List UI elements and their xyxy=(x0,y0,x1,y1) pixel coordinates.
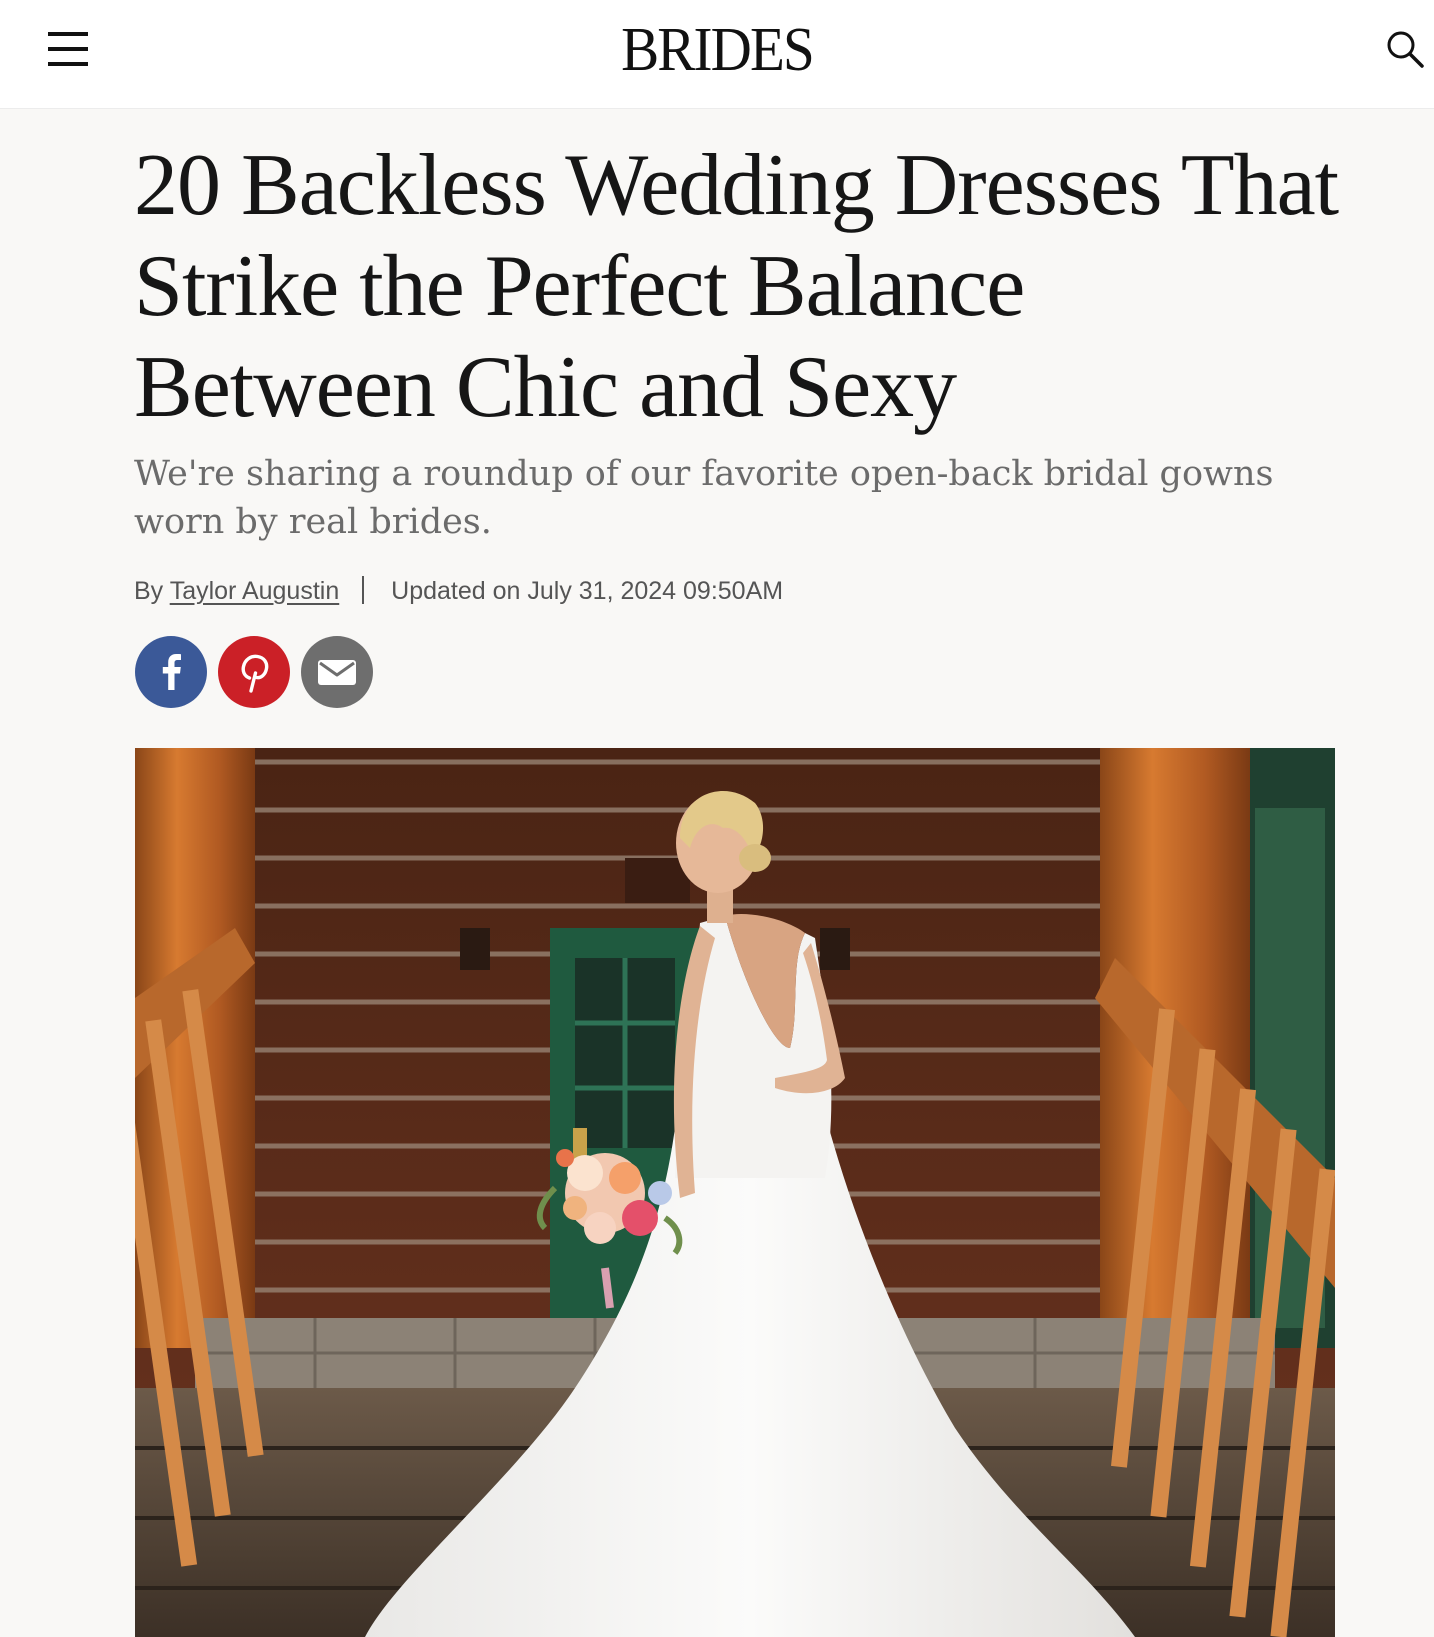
site-header: BRIDES xyxy=(0,0,1434,109)
brand-logo[interactable]: BRIDES xyxy=(57,18,1376,82)
email-share-button[interactable] xyxy=(301,636,373,708)
byline-prefix: By xyxy=(134,577,164,605)
hero-image-backless-wedding-dress xyxy=(135,748,1335,1637)
pinterest-icon xyxy=(241,654,269,693)
updated-date: Updated on July 31, 2024 09:50AM xyxy=(391,577,784,605)
pinterest-share-button[interactable] xyxy=(218,636,290,708)
facebook-share-button[interactable] xyxy=(135,636,207,708)
facebook-icon xyxy=(162,654,181,690)
article-dek: We're sharing a roundup of our favorite … xyxy=(134,454,1274,542)
article-title: 20 Backless Wedding Dresses That Strike … xyxy=(134,137,1339,436)
author-link[interactable]: Taylor Augustin xyxy=(170,577,340,605)
search-icon[interactable] xyxy=(1384,28,1428,72)
byline: By Taylor Augustin Updated on July 31, 2… xyxy=(134,574,783,608)
byline-divider xyxy=(362,576,365,604)
email-icon xyxy=(318,660,356,685)
